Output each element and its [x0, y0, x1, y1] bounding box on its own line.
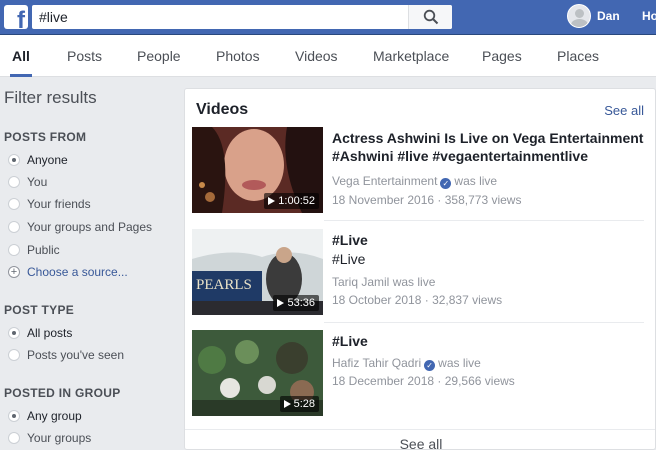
video-author-line: Hafiz Tahir Qadri ✓ was live	[332, 356, 481, 371]
video-date-views: 18 October 2018 · 32,837 views	[332, 293, 503, 307]
video-result: 5:28 #Live Hafiz Tahir Qadri ✓ was live 18…	[192, 330, 644, 430]
divider	[324, 322, 644, 323]
video-thumbnail[interactable]: 1:00:52	[192, 127, 323, 213]
tab-people[interactable]: People	[137, 35, 181, 77]
video-author-line: Vega Entertainment ✓ was live	[332, 174, 497, 189]
video-title[interactable]: #Live	[332, 332, 644, 350]
video-date-views: 18 December 2018 · 29,566 views	[332, 374, 515, 388]
user-name[interactable]: Dan	[597, 9, 620, 23]
radio-icon	[8, 221, 20, 233]
verified-badge-icon: ✓	[440, 178, 452, 189]
videos-heading: Videos	[196, 101, 249, 118]
tab-photos[interactable]: Photos	[216, 35, 260, 77]
tab-pages[interactable]: Pages	[482, 35, 522, 77]
video-author-line: Tariq Jamil was live	[332, 275, 435, 289]
video-status: was live	[438, 356, 481, 370]
video-date-views: 18 November 2016 · 358,773 views	[332, 193, 522, 207]
video-result: 1:00:52 Actress Ashwini Is Live on Vega …	[192, 127, 644, 227]
video-author[interactable]: Hafiz Tahir Qadri	[332, 356, 421, 370]
videos-card: Videos See all 1:00:52 Actress Ashwini I…	[184, 88, 656, 450]
top-bar: f Dan Ho	[0, 0, 656, 35]
video-author[interactable]: Tariq Jamil	[332, 275, 389, 289]
tab-all[interactable]: All	[10, 35, 32, 77]
home-link[interactable]: Ho	[642, 9, 656, 23]
video-thumbnail[interactable]: 5:28	[192, 330, 323, 416]
search-box	[32, 5, 452, 29]
tab-places[interactable]: Places	[557, 35, 599, 77]
radio-icon	[8, 198, 20, 210]
video-title[interactable]: Actress Ashwini Is Live on Vega Entertai…	[332, 129, 644, 165]
video-result: PEARLS 53:36 #Live #Live Tariq Jamil was…	[192, 229, 644, 329]
radio-checked-icon	[8, 327, 20, 339]
post-type-heading: POST TYPE	[4, 303, 75, 317]
video-thumbnail[interactable]: PEARLS 53:36	[192, 229, 323, 315]
see-all-videos-button[interactable]: See all	[185, 429, 655, 449]
tab-marketplace[interactable]: Marketplace	[373, 35, 449, 77]
radio-checked-icon	[8, 154, 20, 166]
search-input[interactable]	[32, 5, 407, 29]
radio-checked-icon	[8, 410, 20, 422]
posted-in-group-heading: POSTED IN GROUP	[4, 386, 121, 400]
filter-sidebar: Filter results POSTS FROM Anyone You You…	[4, 88, 152, 445]
avatar[interactable]	[567, 4, 591, 28]
video-duration: 5:28	[279, 396, 319, 412]
radio-icon	[8, 176, 20, 188]
filter-title: Filter results	[4, 88, 97, 107]
tab-videos[interactable]: Videos	[295, 35, 338, 77]
video-title[interactable]: #Live	[332, 231, 644, 249]
video-author[interactable]: Vega Entertainment	[332, 174, 437, 188]
video-description: #Live	[332, 251, 366, 267]
radio-icon	[8, 349, 20, 361]
plus-icon: +	[8, 266, 20, 278]
video-status: was live	[392, 275, 436, 289]
facebook-logo-icon[interactable]: f	[4, 5, 28, 29]
search-button[interactable]	[408, 5, 452, 29]
radio-icon	[8, 244, 20, 256]
search-icon	[423, 9, 439, 25]
radio-icon	[8, 432, 20, 444]
search-tab-bar: All Posts People Photos Videos Marketpla…	[0, 35, 656, 77]
see-all-link[interactable]: See all	[604, 103, 644, 118]
video-duration: 1:00:52	[264, 193, 319, 209]
divider	[324, 220, 644, 221]
verified-badge-icon: ✓	[424, 360, 436, 371]
tab-posts[interactable]: Posts	[67, 35, 102, 77]
svg-text:PEARLS: PEARLS	[196, 277, 252, 293]
posts-from-heading: POSTS FROM	[4, 130, 87, 144]
video-status: was live	[454, 174, 498, 188]
video-duration: 53:36	[273, 295, 319, 311]
